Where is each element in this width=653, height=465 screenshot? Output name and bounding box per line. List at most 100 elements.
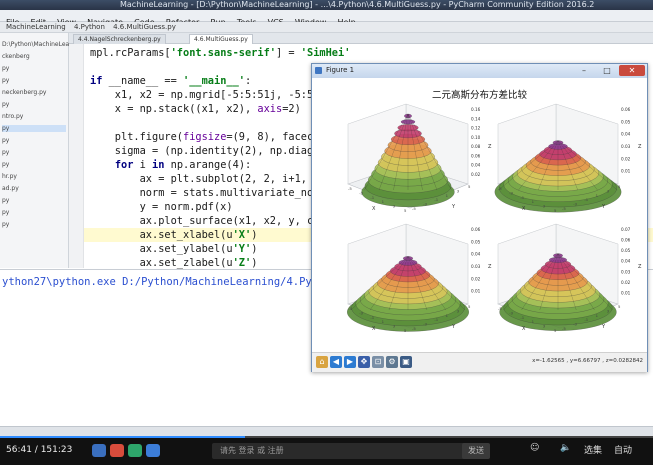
x-tick-label: -3 — [509, 190, 513, 195]
y-tick-label: -1 — [434, 197, 438, 202]
minimize-icon[interactable]: – — [573, 65, 595, 76]
danmu-placeholder: 请先 登录 或 注册 — [220, 446, 284, 455]
z-tick-label: 0.01 — [621, 169, 631, 174]
figure-canvas[interactable]: 二元高斯分布方差比较 0.16 0.14 0.12 0.10 0.08 0.06 0.04 0… — [312, 78, 647, 352]
code-line: sigma = (np.identity(2), np.diag — [90, 145, 314, 157]
z-tick-label: 0.05 — [471, 239, 481, 244]
project-tree-item[interactable]: ad.py — [2, 185, 19, 192]
code-line: ax.set_ylabel(u'Y') — [90, 243, 258, 255]
code-line: x1, x2 = np.mgrid[-5:5:51j, -5:5 — [90, 89, 314, 101]
explorer-icon[interactable] — [92, 444, 106, 457]
y-tick-label: -5 — [562, 206, 566, 211]
x-tick-label: -3 — [359, 190, 363, 195]
configure-icon[interactable]: ⚙ — [386, 356, 398, 368]
pycharm-icon[interactable] — [146, 444, 160, 457]
x-tick-label: -3 — [509, 310, 513, 315]
ide-titlebar: MachineLearning - [D:\Python\MachineLear… — [0, 0, 653, 10]
z-tick-label: 0.03 — [621, 144, 631, 149]
project-tree-item[interactable]: py — [2, 149, 9, 156]
progress-bar[interactable] — [0, 436, 653, 438]
cursor-coords: x=-1.62565 , y=6.66797 , z=0.0282842 — [532, 358, 643, 364]
x-tick-label: -5 — [348, 306, 352, 311]
breadcrumb-file[interactable]: 4.6.MultiGuess.py — [113, 23, 176, 31]
danmu-input[interactable]: 请先 登录 或 注册 — [212, 443, 470, 459]
ide-status-bar — [0, 426, 653, 436]
z-tick-label: 0.05 — [621, 119, 631, 124]
z-tick-label: 0.04 — [621, 259, 631, 264]
x-tick-label: -1 — [520, 195, 524, 200]
volume-icon[interactable]: 🔈 — [560, 443, 571, 453]
z-tick-label: 0.03 — [471, 264, 481, 269]
y-tick-label: -5 — [412, 206, 416, 211]
close-icon[interactable]: ✕ — [619, 65, 645, 76]
x-tick-label: -3 — [359, 310, 363, 315]
subplot-3: 0.060.050.040.030.020.01Z-5-5-3-3-1 -1113… — [347, 223, 492, 333]
x-tick-label: -1 — [520, 315, 524, 320]
code-line: ax.plot_surface(x1, x2, y, cr — [90, 215, 320, 227]
y-tick-label: 3 — [457, 188, 460, 193]
z-axis-label: Z — [488, 264, 492, 270]
project-tree-item[interactable]: hr.py — [2, 173, 17, 180]
z-tick-label: 0.04 — [621, 132, 631, 137]
project-tree-item[interactable]: ckenberg — [2, 53, 30, 60]
project-tree-item[interactable]: py — [2, 65, 9, 72]
z-tick-label: 0.03 — [621, 269, 631, 274]
z-axis-label: Z — [638, 144, 642, 150]
save-icon[interactable]: ▣ — [400, 356, 412, 368]
z-tick-label: 0.06 — [471, 227, 481, 232]
project-tree-item[interactable]: py — [2, 221, 9, 228]
z-tick-label: 0.04 — [471, 252, 481, 257]
z-tick-label: 0.12 — [471, 126, 481, 131]
project-tree-item[interactable]: py — [2, 101, 9, 108]
project-tree-item[interactable]: neckenberg.py — [2, 89, 46, 96]
project-tree-item[interactable]: py — [2, 161, 9, 168]
back-icon[interactable]: ◀ — [330, 356, 342, 368]
episodes-button[interactable]: 选集 — [584, 443, 602, 456]
forward-icon[interactable]: ▶ — [344, 356, 356, 368]
z-tick-label: 0.10 — [471, 135, 481, 140]
x-tick-label: -5 — [498, 306, 502, 311]
y-tick-label: 5 — [468, 304, 471, 309]
y-tick-label: -1 — [434, 317, 438, 322]
code-line: norm = stats.multivariate_nor — [90, 187, 320, 199]
zoom-icon[interactable]: ⊡ — [372, 356, 384, 368]
project-tree-item[interactable]: py — [2, 137, 9, 144]
breadcrumb: MachineLearning 4.Python 4.6.MultiGuess.… — [0, 22, 653, 33]
x-tick-label: -5 — [348, 186, 352, 191]
home-icon[interactable]: ⌂ — [316, 356, 328, 368]
x-axis-label: X — [522, 206, 526, 212]
project-tree-item[interactable]: py — [2, 209, 9, 216]
x-tick-label: -1 — [370, 315, 374, 320]
project-tree-item[interactable]: D:\Python\MachineLearn — [2, 41, 75, 48]
tab-multiguess[interactable]: 4.6.MultiGuess.py — [189, 34, 253, 44]
breadcrumb-folder[interactable]: 4.Python — [74, 23, 105, 31]
ide-menubar: File Edit View Navigate Code Refactor Ru… — [0, 10, 653, 27]
z-tick-label: 0.05 — [621, 248, 631, 253]
x-tick-label: -1 — [370, 195, 374, 200]
ide-window-title: MachineLearning - [D:\Python\MachineLear… — [120, 0, 595, 9]
danmu-send-button[interactable]: 发送 — [462, 443, 490, 459]
danmu-toggle-icon[interactable]: ☺ — [530, 443, 539, 453]
auto-button[interactable]: 自动 — [614, 443, 632, 456]
x-axis-label: X — [372, 206, 376, 212]
x-tick-label: -5 — [498, 186, 502, 191]
code-line: plt.figure(figsize=(9, 8), facec — [90, 131, 314, 143]
pan-icon[interactable]: ✥ — [358, 356, 370, 368]
figure-app-icon — [315, 67, 322, 74]
tab-nagel-schreckenberg[interactable]: 4.4.NagelSchreckenberg.py — [73, 34, 166, 44]
z-tick-label: 0.02 — [471, 172, 481, 177]
z-tick-label: 0.08 — [471, 144, 481, 149]
figure-titlebar[interactable]: Figure 1 – □ ✕ — [312, 64, 647, 78]
editor-tabs: 4.4.NagelSchreckenberg.py 4.6.MultiGuess… — [69, 33, 653, 44]
project-tree-item[interactable]: py — [2, 125, 66, 132]
project-tree-item[interactable]: ntro.py — [2, 113, 23, 120]
maximize-icon[interactable]: □ — [596, 65, 618, 76]
project-tree-item[interactable]: py — [2, 77, 9, 84]
chrome-icon[interactable] — [110, 444, 124, 457]
app-icon[interactable] — [128, 444, 142, 457]
breadcrumb-project[interactable]: MachineLearning — [6, 23, 66, 31]
console-command-line: ython27\python.exe D:/Python/MachineLear… — [2, 276, 357, 288]
code-line: x = np.stack((x1, x2), axis=2) — [90, 103, 301, 115]
project-tree-item[interactable]: py — [2, 197, 9, 204]
subplot-4: 0.07 0.06 0.05 0.04 0.03 0.02 0.01 Z -5 -5 -3 -3 -1 -… — [497, 223, 642, 333]
